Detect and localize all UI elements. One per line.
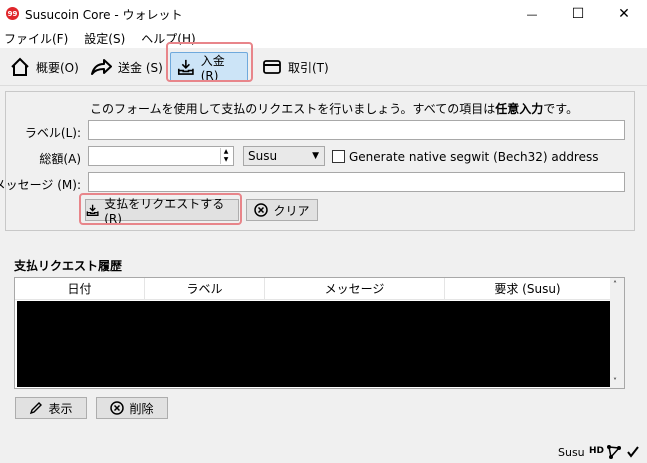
label-field-label: ラベル(L):: [24, 126, 81, 140]
column-message[interactable]: メッセージ: [265, 278, 445, 300]
close-icon: ✕: [618, 6, 630, 22]
unit-select-value: Susu: [248, 149, 278, 163]
history-table: 日付 ラベル メッセージ 要求 (Susu) ˄ ˅: [14, 277, 625, 389]
menu-settings[interactable]: 設定(S): [80, 30, 131, 47]
request-payment-label: 支払をリクエストする (R): [104, 196, 225, 226]
history-table-header: 日付 ラベル メッセージ 要求 (Susu): [15, 278, 610, 300]
amount-input[interactable]: ▲ ▼: [88, 146, 234, 166]
tab-overview[interactable]: 概要(O): [4, 52, 85, 82]
chevron-down-icon: ▼: [312, 151, 319, 161]
remove-button[interactable]: 削除: [96, 397, 168, 419]
status-unit[interactable]: Susu: [558, 446, 585, 459]
message-input[interactable]: [88, 172, 625, 192]
network-icon[interactable]: [606, 444, 622, 460]
pencil-icon: [30, 402, 43, 415]
request-form-panel: このフォームを使用して支払のリクエストを行いましょう。すべての項目は任意入力です…: [0, 91, 635, 231]
spin-up-icon[interactable]: ▲: [221, 148, 231, 156]
menu-bar: ファイル(F) 設定(S) ヘルプ(H): [0, 28, 647, 48]
toolbar: 概要(O) 送金 (S) 入金 (R) 取引(T): [0, 48, 647, 86]
show-label: 表示: [48, 401, 73, 416]
send-arrow-icon: [91, 59, 112, 75]
title-bar: 99 Susucoin Core - ウォレット — ☐ ✕: [0, 0, 647, 28]
clear-x-icon: [254, 203, 269, 217]
synced-check-icon: [627, 446, 639, 458]
close-button[interactable]: ✕: [601, 0, 647, 28]
message-field-label: メッセージ (M):: [0, 178, 81, 192]
clear-label: クリア: [273, 203, 310, 218]
amount-field-label: 総額(A): [39, 152, 81, 166]
history-table-body-redacted: [17, 301, 610, 387]
maximize-icon: ☐: [571, 6, 585, 22]
susucoin-logo-icon: 99: [6, 7, 19, 20]
request-payment-button[interactable]: 支払をリクエストする (R): [85, 197, 239, 226]
column-amount[interactable]: 要求 (Susu): [445, 278, 610, 300]
scroll-up-icon[interactable]: ˄: [613, 280, 617, 289]
scroll-down-icon[interactable]: ˅: [613, 377, 617, 386]
segwit-label: Generate native segwit (Bech32) address: [349, 150, 599, 164]
tab-send-label: 送金 (S): [118, 60, 163, 75]
history-scrollbar[interactable]: ˄ ˅: [610, 278, 624, 388]
spin-down-icon[interactable]: ▼: [221, 156, 231, 164]
unit-select[interactable]: Susu ▼: [243, 146, 325, 166]
form-info-text: このフォームを使用して支払のリクエストを行いましょう。すべての項目は任意入力です…: [90, 102, 579, 116]
home-icon: [11, 57, 29, 76]
clear-button[interactable]: クリア: [246, 199, 318, 221]
minimize-icon: —: [526, 7, 538, 21]
label-input[interactable]: [88, 120, 625, 140]
menu-help[interactable]: ヘルプ(H): [137, 30, 201, 47]
column-label[interactable]: ラベル: [145, 278, 265, 300]
remove-x-icon: [110, 401, 125, 415]
tab-send[interactable]: 送金 (S): [84, 52, 169, 82]
history-title: 支払リクエスト履歴: [14, 259, 123, 273]
tab-transactions-label: 取引(T): [288, 60, 329, 75]
tab-receive[interactable]: 入金 (R): [170, 52, 248, 83]
remove-label: 削除: [129, 401, 154, 416]
tab-transactions[interactable]: 取引(T): [256, 52, 335, 82]
column-date[interactable]: 日付: [15, 278, 145, 300]
tab-overview-label: 概要(O): [36, 60, 79, 75]
card-icon: [263, 60, 281, 74]
show-button[interactable]: 表示: [15, 397, 87, 419]
maximize-button[interactable]: ☐: [555, 0, 601, 28]
status-hd: HD: [589, 446, 605, 456]
menu-file[interactable]: ファイル(F): [0, 30, 74, 47]
segwit-checkbox[interactable]: [332, 150, 345, 163]
tab-receive-label: 入金 (R): [200, 53, 225, 83]
receive-inbox-icon: [86, 204, 99, 216]
minimize-button[interactable]: —: [509, 0, 555, 28]
amount-spinner[interactable]: ▲ ▼: [220, 148, 231, 164]
receive-inbox-icon: [177, 59, 194, 75]
window-title: Susucoin Core - ウォレット: [25, 8, 183, 22]
